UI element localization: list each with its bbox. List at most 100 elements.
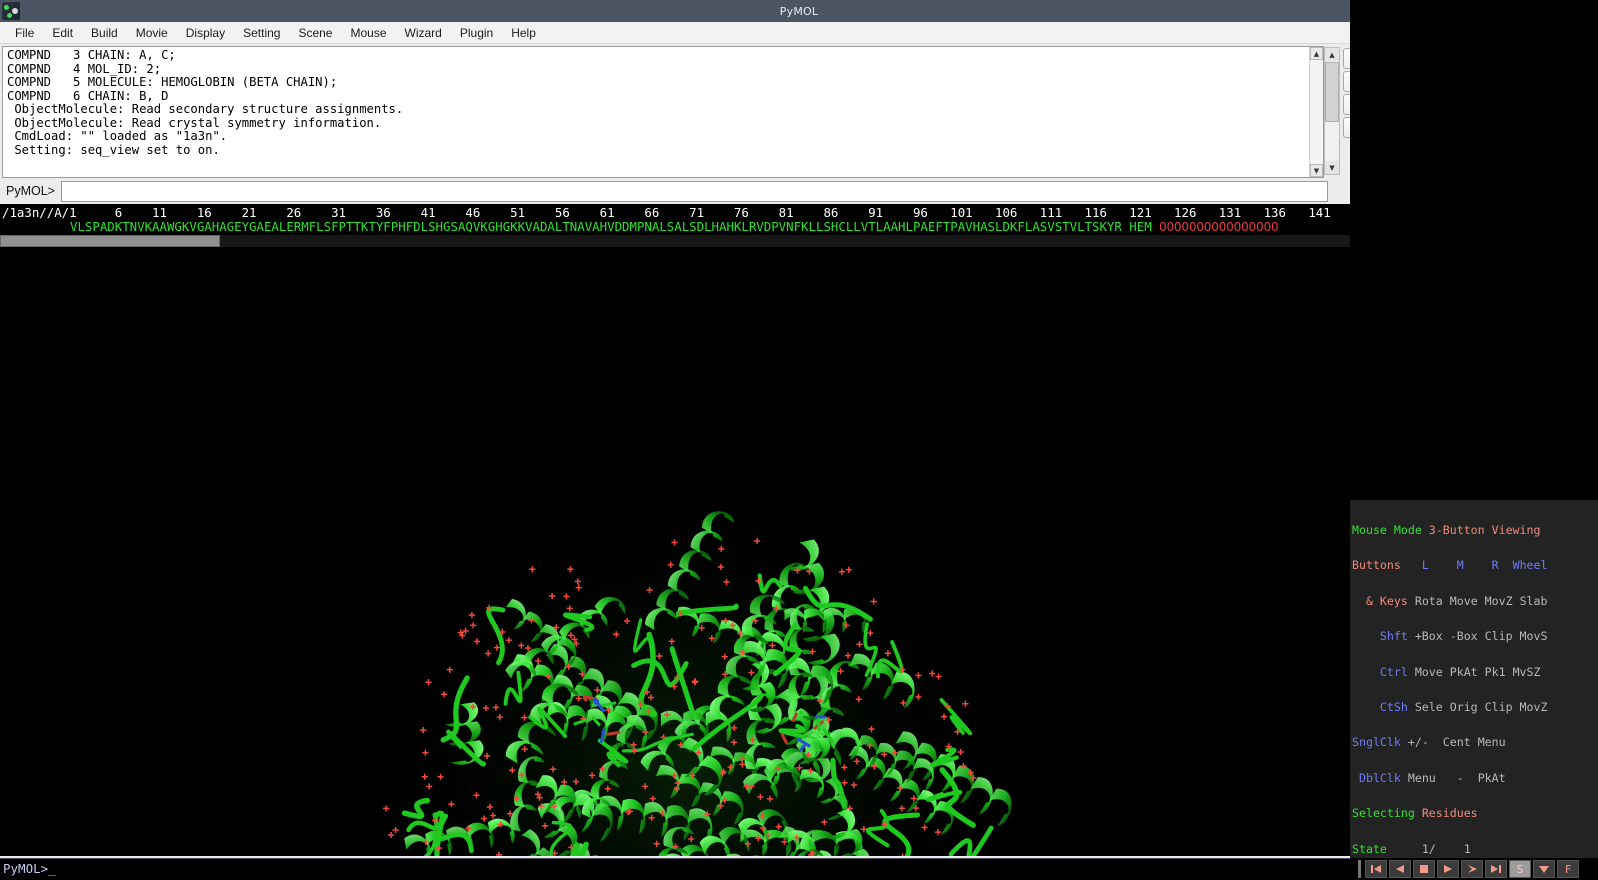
playback-down-icon[interactable] [1533,860,1555,878]
legend-state-value: 1/ 1 [1421,841,1471,856]
playback-state-button[interactable]: S [1509,860,1531,878]
legend-state-row: State 1/ 1 [1352,841,1596,856]
sequence-scrollbar[interactable] [0,235,1350,247]
legend-selecting-row: Selecting Residues [1352,806,1596,821]
molecule-render [0,248,1350,856]
legend-ctrl-key: Ctrl [1379,664,1408,679]
playback-stop-icon[interactable] [1413,860,1435,878]
legend-dblclk-r: PkAt [1477,770,1506,785]
menu-setting[interactable]: Setting [234,24,289,42]
legend-ctsh-key: CtSh [1379,700,1408,715]
legend-selecting-value: Residues [1421,806,1478,821]
panel-scroll-down-icon[interactable]: ▼ [1325,161,1339,174]
legend-buttons-label: Buttons [1352,558,1401,573]
legend-row-snglclk: SnglClk +/- Cent Menu [1352,737,1596,749]
legend-base-l: Rota [1414,593,1443,608]
legend-header-row-1: Buttons L M R Wheel [1352,560,1596,572]
side-pane: Mouse Mode 3-Button Viewing Buttons L M … [1350,0,1598,880]
menu-build[interactable]: Build [82,24,127,42]
playback-last-icon[interactable] [1485,860,1507,878]
mouse-mode-legend: Mouse Mode 3-Button Viewing Buttons L M … [1350,499,1598,880]
console-text: COMPND 3 CHAIN: A, C; COMPND 4 MOL_ID: 2… [7,48,404,157]
control-panel-scrollbar[interactable]: ▲ ▼ [1324,47,1340,175]
main-row: Mouse Mode 3-Button Viewing Buttons L M … [0,0,1598,880]
sequence-chain-label: /1a3n//A/1 [2,205,77,220]
legend-state-label: State [1352,841,1387,856]
menu-mouse[interactable]: Mouse [341,24,395,42]
status-prompt[interactable]: PyMOL>_ [0,858,1350,880]
legend-ctrl-w: MvSZ [1512,664,1541,679]
legend-ctsh-r: Clip [1484,700,1513,715]
legend-snglclk-m: Cent [1442,735,1471,750]
legend-keys-label: & Keys [1365,593,1408,608]
legend-row-dblclk: DblClk Menu - PkAt [1352,770,1596,785]
legend-dblclk-l: Menu [1407,770,1436,785]
legend-ctsh-l: Sele [1414,700,1443,715]
legend-row-ctrl: Ctrl Move PkAt Pk1 MvSZ [1352,664,1596,679]
window-title: PyMOL [779,4,819,18]
menu-edit[interactable]: Edit [43,24,82,42]
playbar-divider [1358,860,1361,878]
legend-snglclk-key: SnglClk [1352,735,1401,750]
status-bar: PyMOL>_ S F [0,858,1598,880]
molecular-viewport[interactable] [0,248,1350,856]
legend-base-r: MovZ [1484,593,1513,608]
legend-ctrl-m: PkAt [1449,664,1478,679]
menu-movie[interactable]: Movie [127,24,177,42]
scroll-up-icon[interactable]: ▲ [1310,47,1323,60]
legend-shift-l: +Box [1414,629,1443,644]
sequence-numbers: 6 11 16 21 26 31 36 41 46 51 56 61 66 71… [70,205,1350,220]
console-scroll-track[interactable] [1310,60,1323,164]
legend-base-w: Slab [1519,593,1548,608]
legend-ctsh-w: MovZ [1519,700,1548,715]
legend-col-l: L [1421,558,1429,573]
menu-display[interactable]: Display [177,24,234,42]
legend-dblclk-key: DblClk [1358,770,1401,785]
sequence-residues-protein: VLSPADKTNVKAAWGKVGAHAGEYGAEALERMFLSFPTTK… [70,219,1152,234]
playback-frame-button[interactable]: F [1557,860,1579,878]
legend-row-ctsh: CtSh Sele Orig Clip MovZ [1352,700,1596,715]
menu-plugin[interactable]: Plugin [451,24,502,42]
legend-dblclk-m: - [1456,770,1464,785]
legend-base-m: Move [1449,593,1478,608]
playback-prev-icon[interactable] [1389,860,1411,878]
app-icon [2,2,20,20]
sequence-residues-hetero: OOOOOOOOOOOOOOOO [1151,219,1279,234]
legend-col-m: M [1456,558,1464,573]
legend-shift-r: Clip [1484,629,1513,644]
legend-snglclk-l: +/- [1407,735,1429,750]
legend-snglclk-r: Menu [1477,735,1506,750]
pymol-window: PyMOL File Edit Build Movie Display Sett… [0,0,1598,880]
legend-row-base: & Keys Rota Move MovZ Slab [1352,593,1596,608]
legend-mouse-mode-value: 3-Button Viewing [1428,523,1541,538]
menu-wizard[interactable]: Wizard [396,24,451,42]
command-input[interactable] [60,180,1328,202]
legend-col-wheel: Wheel [1512,558,1548,573]
playback-play-icon[interactable] [1437,860,1459,878]
playback-bar: S F [1350,858,1598,880]
menu-file[interactable]: File [6,24,43,42]
scroll-down-icon[interactable]: ▼ [1310,164,1323,177]
legend-ctrl-l: Move [1414,664,1443,679]
panel-scroll-up-icon[interactable]: ▲ [1325,48,1339,61]
legend-ctrl-r: Pk1 [1484,664,1506,679]
legend-col-r: R [1491,558,1499,573]
sequence-viewer[interactable]: /1a3n//A/1 6 11 16 21 26 31 36 41 46 51 … [0,204,1350,248]
playback-forward-icon[interactable] [1461,860,1483,878]
sequence-scroll-thumb[interactable] [0,235,220,247]
console-output: COMPND 3 CHAIN: A, C; COMPND 4 MOL_ID: 2… [2,46,1324,178]
console-scrollbar[interactable]: ▲ ▼ [1309,47,1323,177]
command-prompt-label: PyMOL> [6,184,55,198]
menu-help[interactable]: Help [502,24,545,42]
panel-scroll-thumb[interactable] [1325,62,1339,122]
legend-selecting-label: Selecting [1352,806,1415,821]
legend-shift-m: -Box [1449,629,1478,644]
menu-scene[interactable]: Scene [289,24,341,42]
legend-shift-key: Shft [1379,629,1408,644]
sequence-residues[interactable]: VLSPADKTNVKAAWGKVGAHAGEYGAEALERMFLSFPTTK… [70,220,1279,234]
legend-shift-w: MovS [1519,629,1548,644]
legend-row-shift: Shft +Box -Box Clip MovS [1352,629,1596,644]
legend-mouse-mode-label: Mouse Mode [1352,523,1422,538]
playback-first-icon[interactable] [1365,860,1387,878]
legend-title-row: Mouse Mode 3-Button Viewing [1352,523,1596,538]
